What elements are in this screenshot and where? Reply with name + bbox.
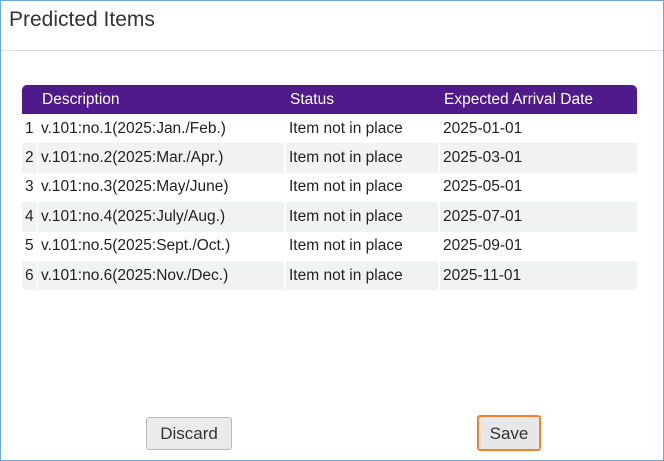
table-row[interactable]: 4 v.101:no.4(2025:July/Aug.) Item not in… [22, 202, 637, 232]
column-header-index [22, 85, 38, 114]
table-row[interactable]: 2 v.101:no.2(2025:Mar./Apr.) Item not in… [22, 143, 637, 173]
row-description: v.101:no.4(2025:July/Aug.) [38, 202, 286, 232]
table-header-row: Description Status Expected Arrival Date [22, 85, 637, 114]
save-button[interactable]: Save [477, 415, 541, 451]
row-status: Item not in place [286, 172, 440, 203]
row-expected-date: 2025-01-01 [440, 114, 637, 144]
row-index: 1 [22, 114, 38, 144]
column-header-status: Status [286, 85, 440, 114]
predicted-items-dialog: Predicted Items Description Status Expec… [0, 0, 664, 461]
row-index: 4 [22, 202, 38, 232]
row-expected-date: 2025-11-01 [440, 260, 637, 291]
predicted-items-table-container: Description Status Expected Arrival Date… [22, 85, 637, 291]
predicted-items-table: Description Status Expected Arrival Date… [22, 85, 637, 291]
row-description: v.101:no.5(2025:Sept./Oct.) [38, 231, 286, 261]
row-index: 2 [22, 143, 38, 173]
row-description: v.101:no.1(2025:Jan./Feb.) [38, 114, 286, 144]
row-expected-date: 2025-05-01 [440, 172, 637, 203]
table-row[interactable]: 3 v.101:no.3(2025:May/June) Item not in … [22, 172, 637, 203]
table-row[interactable]: 6 v.101:no.6(2025:Nov./Dec.) Item not in… [22, 260, 637, 291]
table-row[interactable]: 1 v.101:no.1(2025:Jan./Feb.) Item not in… [22, 114, 637, 144]
row-index: 3 [22, 172, 38, 203]
row-description: v.101:no.2(2025:Mar./Apr.) [38, 143, 286, 173]
row-status: Item not in place [286, 260, 440, 291]
row-expected-date: 2025-07-01 [440, 202, 637, 232]
row-status: Item not in place [286, 231, 440, 261]
dialog-title: Predicted Items [9, 8, 155, 31]
column-header-expected-date: Expected Arrival Date [440, 85, 637, 114]
row-status: Item not in place [286, 202, 440, 232]
row-description: v.101:no.6(2025:Nov./Dec.) [38, 260, 286, 291]
table-row[interactable]: 5 v.101:no.5(2025:Sept./Oct.) Item not i… [22, 231, 637, 261]
row-status: Item not in place [286, 114, 440, 144]
discard-button[interactable]: Discard [146, 417, 232, 450]
row-index: 5 [22, 231, 38, 261]
column-header-description: Description [38, 85, 286, 114]
dialog-header: Predicted Items [1, 1, 663, 51]
row-status: Item not in place [286, 143, 440, 173]
row-index: 6 [22, 260, 38, 291]
row-expected-date: 2025-09-01 [440, 231, 637, 261]
row-expected-date: 2025-03-01 [440, 143, 637, 173]
row-description: v.101:no.3(2025:May/June) [38, 172, 286, 203]
